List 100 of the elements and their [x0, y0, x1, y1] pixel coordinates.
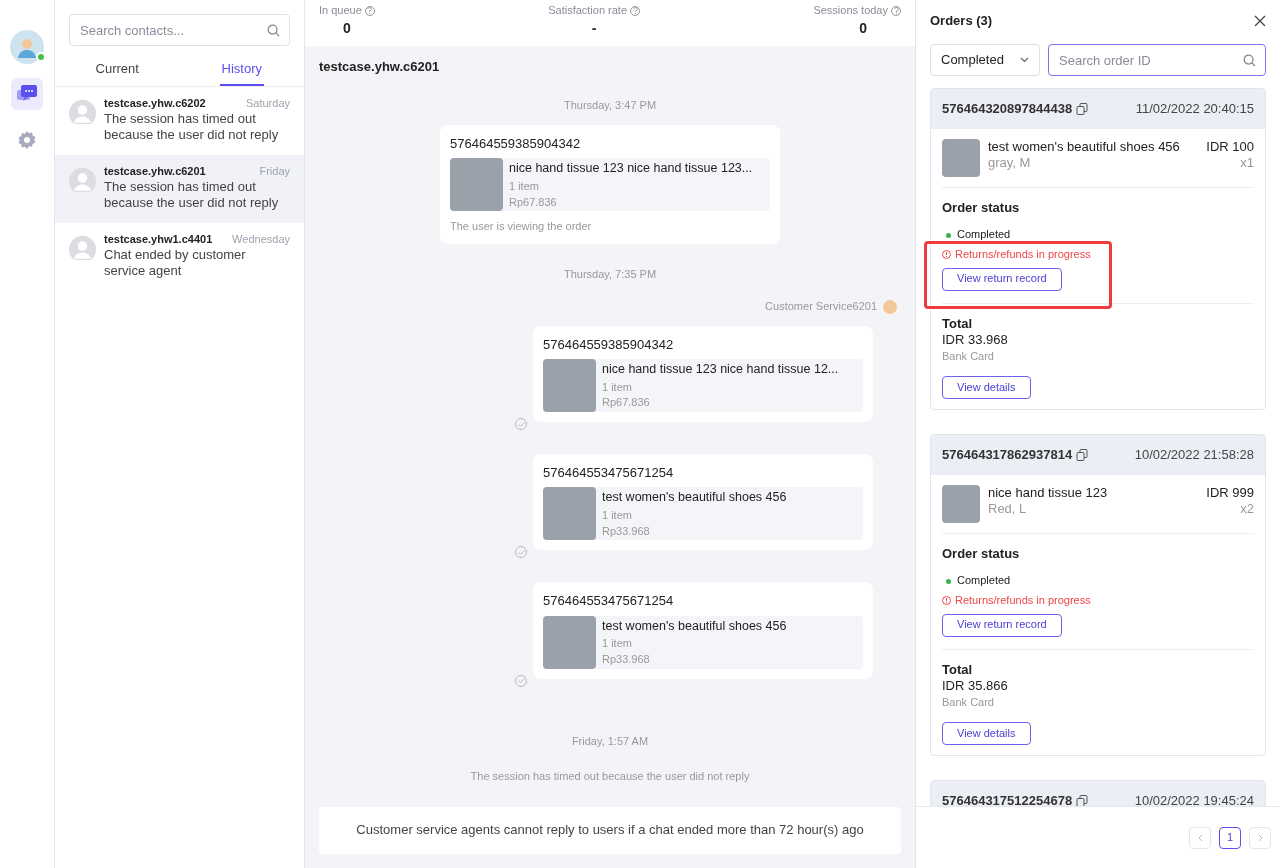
contact-name: testcase.yhw.c6202 [104, 97, 206, 111]
page-button[interactable]: 1 [1219, 826, 1241, 849]
settings-icon [17, 130, 37, 150]
order-date: 10/02/2022 19:45:24 [1134, 792, 1254, 806]
stat-label: Sessions today [813, 4, 888, 18]
refund-status-text: Returns/refunds in progress [955, 248, 1091, 262]
payment-method: Bank Card [942, 696, 994, 710]
close-icon[interactable] [1254, 15, 1266, 27]
contact-item[interactable]: testcase.yhw.c6201 Friday The session has timed out because the user did not reply [55, 155, 304, 223]
product-price: IDR 999 [1206, 485, 1254, 502]
stat-value: - [591, 19, 597, 38]
contact-name: testcase.yhw.c6201 [104, 165, 206, 179]
agent-avatar [883, 299, 897, 314]
contact-preview: The session has timed out because the user did not reply [104, 110, 280, 143]
view-details-button[interactable]: View details [942, 376, 1031, 399]
stat-label: In queue [319, 4, 362, 18]
stat-value: 0 [342, 19, 351, 38]
section-heading: Total [942, 661, 973, 678]
contact-preview: The session has timed out because the user did not reply [104, 178, 280, 211]
product-quantity: x1 [1240, 155, 1254, 172]
view-return-button[interactable]: View return record [942, 613, 1062, 637]
user-avatar[interactable] [10, 30, 44, 64]
contact-time: Wednesday [232, 233, 290, 247]
stat-label: Satisfaction rate [548, 4, 628, 18]
item-count: 1 item [602, 380, 633, 395]
chevron-right-icon [1257, 833, 1263, 842]
order-status: Completed [957, 574, 1011, 588]
order-id: 576464317512254678 [942, 792, 1073, 806]
contact-time: Friday [259, 165, 290, 179]
search-field[interactable]: Search contacts... [69, 14, 290, 46]
timestamp: Thursday, 3:47 PM [563, 99, 657, 113]
photo-placeholder [543, 615, 596, 669]
chat-title: testcase.yhw.c6201 [318, 58, 441, 76]
dropdown-value: Completed [941, 51, 1004, 69]
timestamp: Friday, 1:57 AM [571, 734, 649, 749]
order-id: 576464317862937814 [942, 446, 1073, 464]
copy-icon[interactable] [1076, 103, 1089, 115]
product-price: Rp67.836 [602, 396, 651, 411]
system-message: The session has timed out because the user did not reply [470, 770, 750, 784]
refund-status-text: Returns/refunds in progress [955, 594, 1091, 608]
order-search-field[interactable]: Search order ID [1048, 44, 1266, 76]
order-total: IDR 33.968 [942, 332, 1008, 349]
contact-preview: Chat ended by customer service agent [104, 246, 247, 279]
order-id: 576464553475671254 [543, 593, 675, 610]
product-price: Rp33.968 [602, 652, 651, 667]
product-name: nice hand tissue 123 nice hand tissue 12... [602, 362, 839, 378]
order-status: Completed [957, 228, 1011, 242]
photo-placeholder [942, 139, 980, 177]
order-id: 576464559385904342 [543, 336, 675, 353]
copy-icon[interactable] [1076, 795, 1089, 806]
status-dropdown[interactable]: Completed [930, 44, 1040, 76]
item-count: 1 item [602, 637, 633, 651]
order-id: 576464320897844438 [942, 100, 1073, 118]
product-variant: gray, M [988, 155, 1032, 172]
stat-value: 0 [859, 19, 868, 38]
item-count: 1 item [602, 508, 633, 523]
copy-icon[interactable] [1076, 449, 1089, 461]
section-heading: Order status [942, 200, 1020, 217]
agent-name: Customer Service6201 [765, 299, 877, 314]
section-heading: Order status [942, 546, 1020, 563]
photo-placeholder [543, 359, 596, 412]
photo-placeholder [942, 485, 980, 523]
product-name: test women's beautiful shoes 456 [602, 490, 787, 506]
order-note: The user is viewing the order [450, 220, 593, 234]
contacts-tab[interactable]: Current [93, 54, 141, 86]
view-return-button[interactable]: View return record [942, 267, 1062, 291]
product-price: IDR 100 [1206, 139, 1254, 156]
item-count: 1 item [509, 179, 540, 194]
product-name: nice hand tissue 123 [988, 485, 1109, 502]
product-price: Rp67.836 [509, 195, 558, 210]
panel-title: Orders (3) [930, 12, 993, 30]
contact-avatar [69, 165, 96, 192]
search-icon [267, 24, 280, 37]
product-name: test women's beautiful shoes 456 [602, 618, 787, 635]
contact-name: testcase.yhw1.c4401 [104, 233, 213, 247]
order-date: 10/02/2022 21:58:28 [1134, 446, 1254, 464]
photo-placeholder [450, 158, 503, 212]
contact-avatar [69, 97, 96, 124]
search-icon [1243, 54, 1256, 67]
view-details-button[interactable]: View details [942, 722, 1031, 745]
order-id: 576464553475671254 [543, 465, 675, 482]
order-date: 11/02/2022 20:40:15 [1135, 100, 1254, 118]
product-name: nice hand tissue 123 nice hand tissue 123... [509, 161, 753, 177]
product-name: test women's beautiful shoes 456 [988, 139, 1181, 156]
product-price: Rp33.968 [602, 524, 651, 539]
chat-bubbles-icon [17, 85, 37, 103]
product-quantity: x2 [1240, 501, 1254, 518]
chevron-down-icon [1020, 57, 1029, 63]
payment-method: Bank Card [942, 350, 994, 364]
contact-avatar [69, 233, 96, 260]
order-total: IDR 35.866 [942, 678, 1008, 695]
photo-placeholder [543, 487, 596, 541]
chevron-left-icon [1197, 833, 1203, 842]
order-id: 576464559385904342 [450, 136, 582, 153]
section-heading: Total [942, 315, 973, 332]
chat-nav-button[interactable] [11, 78, 43, 110]
product-variant: Red, L [988, 501, 1028, 518]
timestamp: Thursday, 7:35 PM [563, 268, 657, 282]
contact-time: Saturday [245, 97, 290, 111]
notice-text: Customer service agents cannot reply to users if a chat ended more than 72 hour(s) ago [319, 807, 901, 854]
